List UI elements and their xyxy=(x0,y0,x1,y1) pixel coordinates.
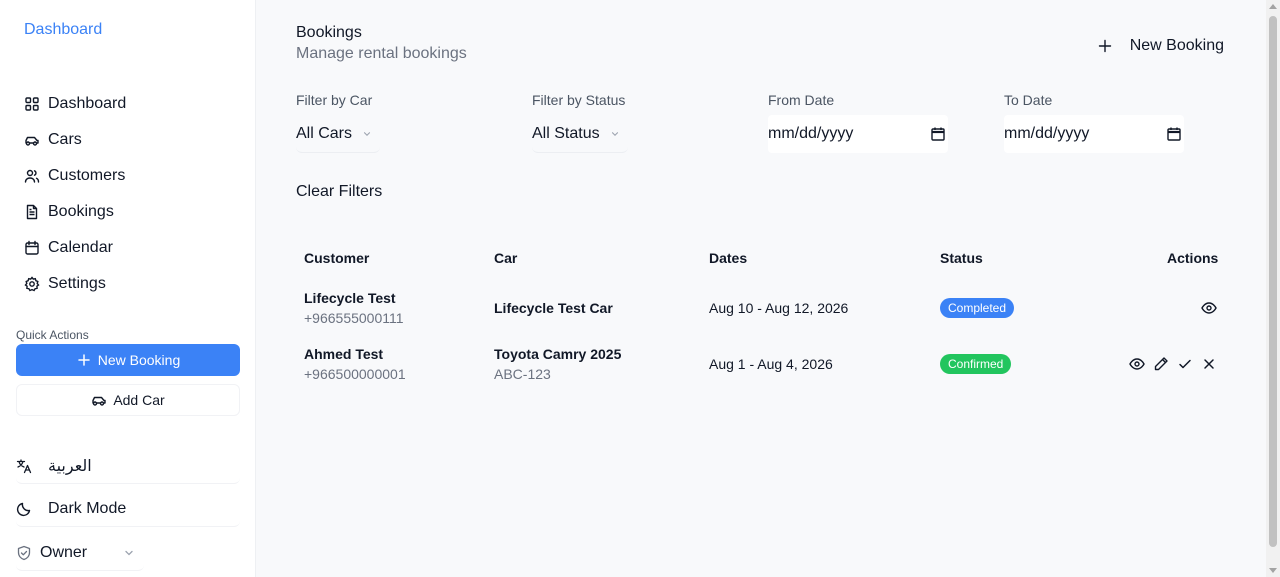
gear-icon xyxy=(24,276,40,292)
booking-dates: Aug 1 - Aug 4, 2026 xyxy=(709,356,833,372)
car-icon xyxy=(24,132,40,148)
sidebar-nav: Dashboard Cars Customers Bookings Calend… xyxy=(24,86,126,302)
to-date-input[interactable]: mm/dd/yyyy xyxy=(1004,115,1184,153)
filter-status: Filter by Status All Status xyxy=(532,92,628,153)
to-date-placeholder: mm/dd/yyyy xyxy=(1004,125,1090,142)
sidebar-item-label: Dashboard xyxy=(48,95,127,112)
column-header-actions: Actions xyxy=(1167,250,1219,266)
sidebar-brand[interactable]: Dashboard xyxy=(24,21,102,39)
filter-car-label: Filter by Car xyxy=(296,92,373,108)
chevron-down-icon xyxy=(125,550,133,555)
sidebar-item-calendar[interactable]: Calendar xyxy=(24,230,126,266)
filter-car: Filter by Car All Cars xyxy=(296,92,381,153)
grid-icon xyxy=(24,96,40,112)
role-select[interactable]: Owner xyxy=(16,535,144,571)
add-car-button[interactable]: Add Car xyxy=(16,384,240,416)
car-plate: ABC-123 xyxy=(494,366,551,382)
view-eye-icon[interactable] xyxy=(1201,300,1217,316)
dark-mode-label: Dark Mode xyxy=(48,499,127,517)
table-row: Ahmed Test +966500000001 Toyota Camry 20… xyxy=(296,336,1226,392)
filter-status-value: All Status xyxy=(532,124,600,142)
sidebar-item-dashboard[interactable]: Dashboard xyxy=(24,86,126,122)
customer-name: Lifecycle Test xyxy=(304,290,396,306)
sidebar-item-label: Calendar xyxy=(48,239,113,256)
plus-icon xyxy=(1098,39,1111,53)
chevron-down-icon xyxy=(363,131,371,136)
column-header-status: Status xyxy=(940,250,983,266)
scrollbar[interactable] xyxy=(1266,0,1280,577)
column-header-car: Car xyxy=(494,250,518,266)
main-content: Bookings Manage rental bookings New Book… xyxy=(256,0,1266,577)
new-booking-button[interactable]: New Booking xyxy=(1098,34,1224,58)
edit-pencil-icon[interactable] xyxy=(1153,356,1169,372)
scroll-down-arrow-icon[interactable] xyxy=(1269,568,1277,573)
to-date-label: To Date xyxy=(1004,92,1053,108)
language-toggle[interactable]: العربية xyxy=(16,448,240,484)
clear-filters-button[interactable]: Clear Filters xyxy=(296,183,382,201)
status-badge: Completed xyxy=(940,298,1015,318)
file-text-icon xyxy=(24,204,40,220)
page-title: Bookings xyxy=(296,24,362,41)
calendar-icon xyxy=(931,127,945,141)
customer-phone: +966555000111 xyxy=(304,310,404,326)
sidebar-item-bookings[interactable]: Bookings xyxy=(24,194,126,230)
calendar-icon xyxy=(1167,127,1181,141)
car-name: Toyota Camry 2025 xyxy=(494,346,622,362)
sidebar-item-cars[interactable]: Cars xyxy=(24,122,126,158)
column-header-customer: Customer xyxy=(304,250,370,266)
shield-icon xyxy=(17,545,31,560)
dark-mode-toggle[interactable]: Dark Mode xyxy=(16,491,240,527)
column-header-dates: Dates xyxy=(709,250,748,266)
filter-to-date: To Date mm/dd/yyyy xyxy=(1004,92,1184,153)
sidebar-item-label: Customers xyxy=(48,167,126,184)
customer-name: Ahmed Test xyxy=(304,346,384,362)
confirm-check-icon[interactable] xyxy=(1177,356,1193,372)
customer-phone: +966500000001 xyxy=(304,366,406,382)
filter-status-select[interactable]: All Status xyxy=(532,115,628,153)
new-booking-label: New Booking xyxy=(97,352,181,368)
view-eye-icon[interactable] xyxy=(1129,356,1145,372)
from-date-label: From Date xyxy=(768,92,835,108)
plus-icon xyxy=(78,354,90,366)
chevron-down-icon xyxy=(611,131,618,136)
moon-icon xyxy=(16,502,31,516)
sidebar-new-booking-button[interactable]: New Booking xyxy=(16,344,240,376)
table-row: Lifecycle Test +966555000111 Lifecycle T… xyxy=(296,280,1226,336)
car-name: Lifecycle Test Car xyxy=(494,300,613,316)
language-label: العربية xyxy=(48,457,92,475)
sidebar-item-label: Bookings xyxy=(48,203,114,220)
sidebar-item-label: Cars xyxy=(48,131,82,148)
role-label: Owner xyxy=(40,543,88,561)
status-badge: Confirmed xyxy=(940,354,1012,374)
sidebar: Dashboard Dashboard Cars Customers Booki… xyxy=(0,0,256,577)
translate-icon xyxy=(16,458,32,473)
new-booking-label: New Booking xyxy=(1129,37,1224,54)
filter-car-value: All Cars xyxy=(296,124,353,142)
filter-from-date: From Date mm/dd/yyyy xyxy=(768,92,948,153)
sidebar-item-label: Settings xyxy=(48,275,106,292)
scrollbar-thumb[interactable] xyxy=(1269,16,1277,547)
page-subtitle: Manage rental bookings xyxy=(296,45,467,62)
quick-actions-label: Quick Actions xyxy=(16,328,89,342)
filter-car-select[interactable]: All Cars xyxy=(296,115,381,153)
car-icon xyxy=(92,396,107,406)
sidebar-item-customers[interactable]: Customers xyxy=(24,158,126,194)
filter-status-label: Filter by Status xyxy=(532,92,626,108)
from-date-placeholder: mm/dd/yyyy xyxy=(768,125,854,142)
scroll-up-arrow-icon[interactable] xyxy=(1269,4,1277,9)
sidebar-item-settings[interactable]: Settings xyxy=(24,266,126,302)
calendar-icon xyxy=(24,240,40,256)
booking-dates: Aug 10 - Aug 12, 2026 xyxy=(709,300,849,316)
cancel-x-icon[interactable] xyxy=(1201,356,1217,372)
from-date-input[interactable]: mm/dd/yyyy xyxy=(768,115,948,153)
add-car-label: Add Car xyxy=(113,392,165,408)
users-icon xyxy=(24,168,40,184)
